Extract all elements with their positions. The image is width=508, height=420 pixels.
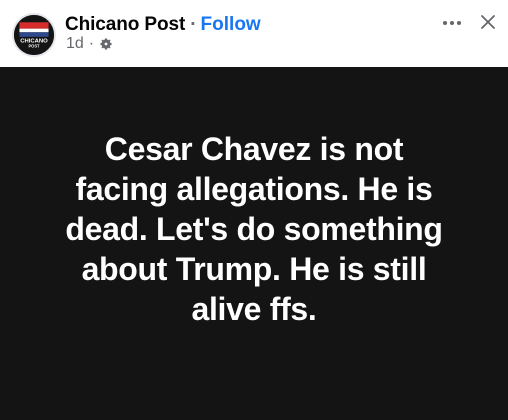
post-line-3: dead. Let's do something [65, 211, 443, 247]
post-header: CHICANO POST Chicano Post · Follow 1d · [0, 0, 508, 67]
close-icon[interactable] [474, 8, 502, 36]
follow-button[interactable]: Follow [201, 14, 261, 36]
page-avatar[interactable]: CHICANO POST [12, 13, 56, 57]
post-message: Cesar Chavez is not facing allegations. … [30, 129, 478, 329]
post-line-4: about Trump. He is still [81, 251, 427, 287]
post-timestamp[interactable]: 1d [66, 35, 84, 53]
name-separator: · [190, 14, 197, 35]
avatar-text-2: POST [28, 44, 40, 49]
post-line-1: Cesar Chavez is not [104, 131, 404, 167]
post-line-2: facing allegations. He is [75, 171, 433, 207]
post-meta: 1d · [66, 34, 113, 54]
meta-separator: · [88, 35, 95, 52]
more-horizontal-icon[interactable] [436, 10, 468, 36]
gear-icon[interactable] [99, 37, 113, 51]
post-text-background: Cesar Chavez is not facing allegations. … [0, 67, 508, 420]
post-line-5: alive ffs. [191, 291, 317, 327]
avatar-logo: CHICANO POST [14, 15, 54, 55]
page-name-link[interactable]: Chicano Post [65, 14, 185, 36]
